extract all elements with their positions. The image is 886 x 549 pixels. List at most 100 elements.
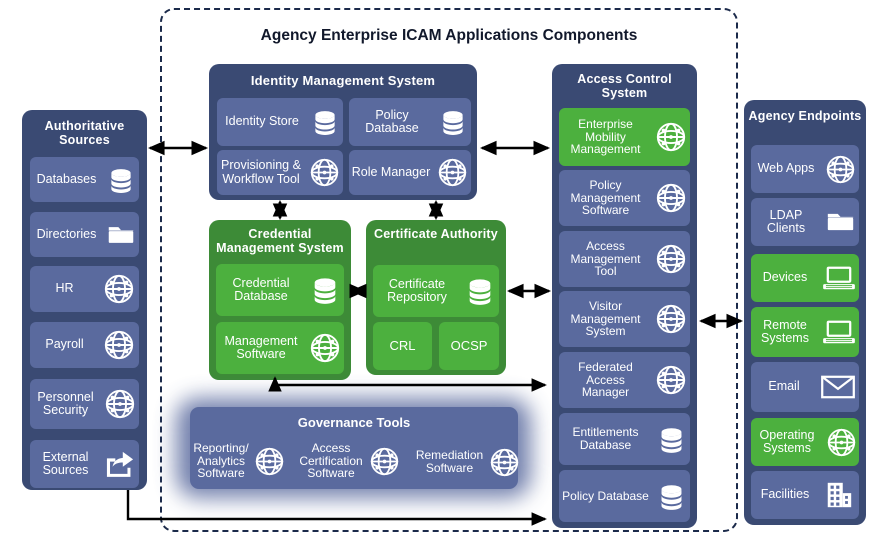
folder-icon xyxy=(103,222,139,248)
chip-devices[interactable]: Devices xyxy=(751,254,859,302)
chip-personnel-security[interactable]: Personnel Security xyxy=(30,379,139,429)
chip-operating-systems[interactable]: Operating Systems xyxy=(751,418,859,466)
chip-label: OCSP xyxy=(450,338,488,354)
chip-policy-database-acs[interactable]: Policy Database xyxy=(559,470,690,522)
database-icon xyxy=(103,166,139,194)
envelope-icon xyxy=(817,374,859,400)
chip-policy-database-ims[interactable]: Policy Database xyxy=(349,98,471,146)
building-icon xyxy=(819,480,859,510)
chip-policy-management-software[interactable]: Policy Management Software xyxy=(559,170,690,226)
chip-payroll[interactable]: Payroll xyxy=(30,322,139,368)
chip-label: LDAP Clients xyxy=(766,207,806,235)
laptop-icon xyxy=(819,318,859,346)
chip-web-apps[interactable]: Web Apps xyxy=(751,145,859,193)
share-export-icon xyxy=(101,450,139,478)
chip-label: HR xyxy=(55,281,74,296)
chip-federated-access-manager[interactable]: Federated Access Manager xyxy=(559,352,690,408)
globe-icon xyxy=(487,447,521,478)
icam-architecture-diagram: Agency Enterprise ICAM Applications Comp… xyxy=(0,0,886,549)
chip-label: Directories xyxy=(36,226,97,241)
chip-identity-store[interactable]: Identity Store xyxy=(217,98,343,146)
globe-icon xyxy=(652,364,690,396)
folder-icon xyxy=(821,209,859,235)
chip-label: Remote Systems xyxy=(761,317,809,345)
chip-certificate-repository[interactable]: Certificate Repository xyxy=(373,265,499,317)
chip-label: Entitlements Database xyxy=(572,425,639,452)
globe-icon xyxy=(652,182,690,214)
access-control-system-title: Access Control System xyxy=(577,72,672,100)
chip-label: Operating Systems xyxy=(759,427,815,455)
chip-external-sources[interactable]: External Sources xyxy=(30,440,139,488)
database-icon xyxy=(435,108,471,136)
gov-item-label: Access Certification Software xyxy=(299,441,363,481)
chip-crl[interactable]: CRL xyxy=(373,322,432,370)
chip-label: Certificate Repository xyxy=(387,276,447,304)
chip-access-management-tool[interactable]: Access Management Tool xyxy=(559,231,690,287)
chip-management-software[interactable]: Management Software xyxy=(216,322,344,374)
chip-label: CRL xyxy=(389,338,416,354)
globe-icon xyxy=(652,121,690,153)
globe-icon xyxy=(306,332,344,364)
database-icon xyxy=(307,108,343,136)
chip-role-manager[interactable]: Role Manager xyxy=(349,150,471,195)
agency-endpoints-title: Agency Endpoints xyxy=(748,109,862,123)
globe-icon xyxy=(99,329,139,361)
chip-label: Policy Management Software xyxy=(570,178,641,218)
chip-label: Access Management Tool xyxy=(570,239,641,279)
chip-label: Management Software xyxy=(224,333,298,361)
chip-label: Federated Access Manager xyxy=(578,360,633,400)
gov-item-remediation-software[interactable]: Remediation Software xyxy=(412,440,525,484)
globe-icon xyxy=(252,446,286,477)
chip-label: Devices xyxy=(762,270,808,285)
chip-label: Role Manager xyxy=(351,164,431,179)
globe-icon xyxy=(823,427,859,458)
governance-tools-title: Governance Tools xyxy=(297,415,411,430)
globe-icon xyxy=(821,154,859,185)
chip-label: Web Apps xyxy=(757,161,815,176)
chip-visitor-management-system[interactable]: Visitor Management System xyxy=(559,291,690,347)
identity-management-system-title: Identity Management System xyxy=(250,73,436,88)
chip-enterprise-mobility-management[interactable]: Enterprise Mobility Management xyxy=(559,108,690,166)
chip-label: Policy Database xyxy=(562,488,649,503)
laptop-icon xyxy=(819,264,859,292)
chip-databases[interactable]: Databases xyxy=(30,157,139,202)
chip-label: Visitor Management System xyxy=(570,299,641,339)
credential-management-system-title: Credential Management System xyxy=(216,227,344,255)
gov-item-access-certification-software[interactable]: Access Certification Software xyxy=(295,436,405,486)
chip-credential-database[interactable]: Credential Database xyxy=(216,264,344,316)
chip-entitlements-database[interactable]: Entitlements Database xyxy=(559,413,690,465)
globe-icon xyxy=(367,446,401,477)
chip-facilities[interactable]: Facilities xyxy=(751,471,859,519)
chip-directories[interactable]: Directories xyxy=(30,212,139,257)
chip-remote-systems[interactable]: Remote Systems xyxy=(751,307,859,357)
chip-label: Databases xyxy=(36,171,97,186)
page-title: Agency Enterprise ICAM Applications Comp… xyxy=(260,27,638,44)
globe-icon xyxy=(99,273,139,305)
chip-label: Policy Database xyxy=(365,107,419,135)
chip-label: Email xyxy=(768,379,800,394)
chip-ldap-clients[interactable]: LDAP Clients xyxy=(751,198,859,246)
chip-provisioning-workflow-tool[interactable]: Provisioning & Workflow Tool xyxy=(217,150,343,195)
globe-icon xyxy=(101,388,139,420)
database-icon xyxy=(461,276,499,306)
gov-item-reporting-analytics-software[interactable]: Reporting/ Analytics Software xyxy=(190,436,288,486)
chip-label: External Sources xyxy=(42,449,89,477)
chip-email[interactable]: Email xyxy=(751,362,859,412)
globe-icon xyxy=(652,303,690,335)
database-icon xyxy=(652,425,690,454)
authoritative-sources-title: Authoritative Sources xyxy=(44,119,125,147)
globe-icon xyxy=(305,157,343,188)
database-icon xyxy=(652,482,690,511)
gov-item-label: Remediation Software xyxy=(415,448,484,475)
gov-item-label: Reporting/ Analytics Software xyxy=(193,441,249,481)
chip-label: Provisioning & Workflow Tool xyxy=(221,158,301,186)
chip-label: Identity Store xyxy=(225,114,299,129)
chip-ocsp[interactable]: OCSP xyxy=(439,322,499,370)
chip-label: Payroll xyxy=(45,337,84,352)
chip-label: Credential Database xyxy=(232,275,290,303)
chip-label: Personnel Security xyxy=(37,389,94,417)
chip-label: Facilities xyxy=(760,487,810,502)
globe-icon xyxy=(652,243,690,275)
certificate-authority-title: Certificate Authority xyxy=(374,227,498,241)
chip-hr[interactable]: HR xyxy=(30,266,139,312)
